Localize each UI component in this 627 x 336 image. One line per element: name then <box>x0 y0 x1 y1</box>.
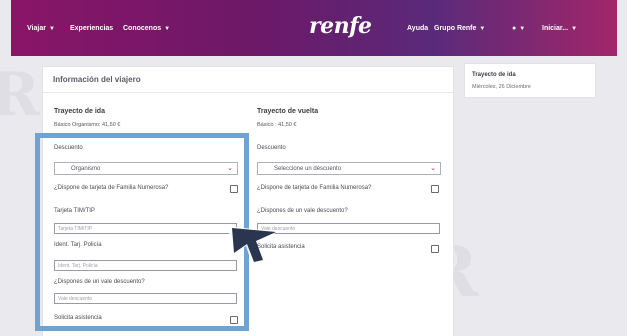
card-title: Información del viajero <box>53 75 141 84</box>
user-menu[interactable]: Iniciar... ▼ <box>542 25 577 32</box>
trip-summary-date: Miércoles, 26 Diciembre <box>472 84 531 90</box>
return-voucher-label: ¿Dispones de un vale descuento? <box>257 208 348 214</box>
language-selector[interactable]: ● ▼ <box>512 25 525 32</box>
pointer-arrow-icon <box>228 226 278 264</box>
chevron-down-icon: ▼ <box>48 26 55 32</box>
outbound-fare: Básico Organismo: 41,50 € <box>54 122 121 128</box>
return-family-label: ¿Dispone de tarjeta de Familia Numerosa? <box>257 185 372 191</box>
return-discount-select[interactable]: Seleccione un descuento ⌄ <box>257 162 441 175</box>
return-discount-value: Seleccione un descuento <box>274 166 342 172</box>
chevron-down-icon: ▼ <box>519 26 526 32</box>
return-title: Trayecto de vuelta <box>257 108 319 115</box>
nav-group-renfe[interactable]: Grupo Renfe ▼ <box>434 25 485 32</box>
return-fare: Básico : 41,50 € <box>257 122 297 128</box>
outbound-title: Trayecto de ida <box>54 108 105 115</box>
chevron-down-icon: ▼ <box>571 26 578 32</box>
globe-icon: ● <box>512 25 517 32</box>
watermark-text-left: R <box>0 60 40 130</box>
chevron-down-icon: ⌄ <box>430 165 436 172</box>
top-header: Viajar ▼ Experiencias Conocenos ▼ renfe Ay… <box>11 0 617 56</box>
nav-item-conocenos[interactable]: Conocenos ▼ <box>123 25 170 32</box>
trip-summary-card: Trayecto de ida Miércoles, 26 Diciembre <box>464 63 596 98</box>
card-title-bar: Información del viajero <box>43 67 453 93</box>
chevron-down-icon: ▼ <box>164 26 171 32</box>
renfe-logo[interactable]: renfe <box>309 13 372 39</box>
highlight-frame <box>35 133 249 331</box>
return-discount-label: Descuento <box>257 145 286 151</box>
nav-item-experiencias[interactable]: Experiencias <box>70 25 113 32</box>
return-assist-checkbox[interactable] <box>431 245 439 253</box>
chevron-down-icon: ▼ <box>479 26 486 32</box>
return-voucher-input[interactable]: Vale descuento <box>257 223 440 234</box>
nav-help-link[interactable]: Ayuda <box>407 25 428 32</box>
trip-summary-title: Trayecto de ida <box>472 72 516 78</box>
nav-item-viajar[interactable]: Viajar ▼ <box>27 25 55 32</box>
return-family-checkbox[interactable] <box>431 185 439 193</box>
